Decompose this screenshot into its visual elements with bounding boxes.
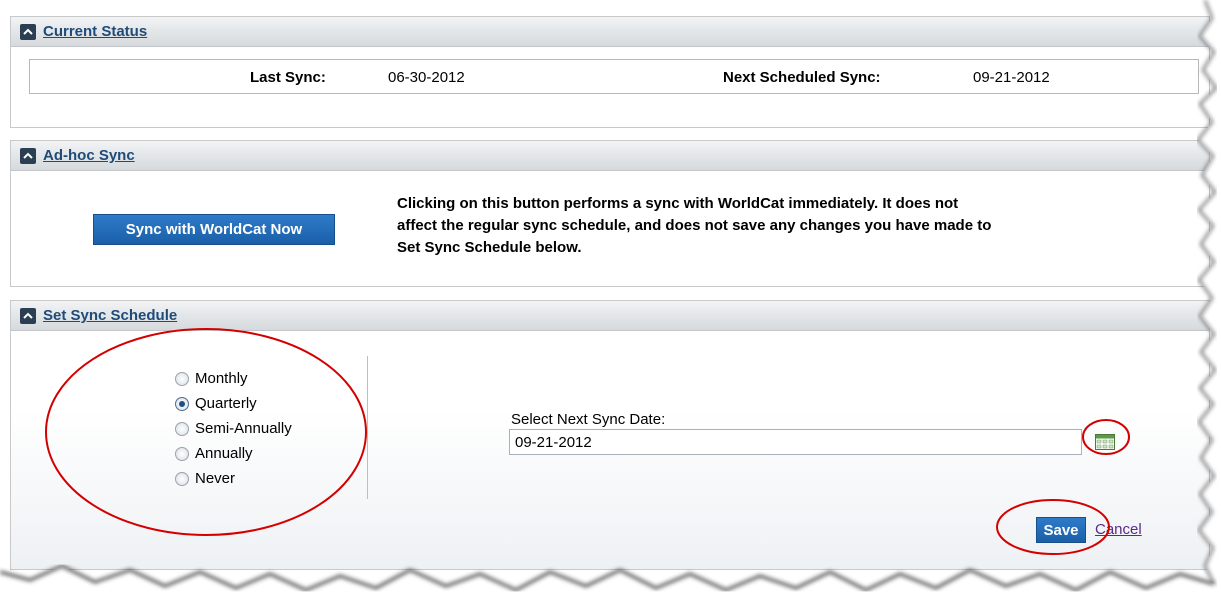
- radio-label: Quarterly: [195, 395, 257, 412]
- next-sync-date-label: Select Next Sync Date:: [511, 411, 666, 428]
- save-button[interactable]: Save: [1036, 517, 1086, 543]
- radio-button[interactable]: [175, 421, 189, 436]
- adhoc-description: Clicking on this button performs a sync …: [397, 195, 992, 256]
- set-sync-schedule-panel: Set Sync Schedule Monthly Quarterly Semi…: [10, 300, 1210, 570]
- radio-button-selected[interactable]: [175, 396, 189, 411]
- radio-label: Monthly: [195, 370, 248, 387]
- frequency-radio-group: Monthly Quarterly Semi-Annually Annually…: [175, 366, 292, 491]
- current-status-title[interactable]: Current Status: [43, 23, 147, 40]
- next-sync-date-input[interactable]: [509, 429, 1082, 455]
- adhoc-sync-panel: Ad-hoc Sync Sync with WorldCat Now Click…: [10, 140, 1210, 287]
- last-sync-value: 06-30-2012: [388, 69, 465, 86]
- radio-button[interactable]: [175, 446, 189, 461]
- vertical-divider: [367, 356, 368, 499]
- radio-option-monthly[interactable]: Monthly: [175, 366, 292, 391]
- radio-button[interactable]: [175, 471, 189, 486]
- chevron-up-icon[interactable]: [20, 307, 36, 324]
- radio-option-quarterly[interactable]: Quarterly: [175, 391, 292, 416]
- cancel-link[interactable]: Cancel: [1095, 521, 1142, 538]
- adhoc-sync-header[interactable]: Ad-hoc Sync: [11, 141, 1209, 171]
- next-sync-value: 09-21-2012: [973, 69, 1050, 86]
- next-sync-label: Next Scheduled Sync:: [723, 69, 881, 86]
- set-schedule-header[interactable]: Set Sync Schedule: [11, 301, 1209, 331]
- radio-option-semi-annually[interactable]: Semi-Annually: [175, 416, 292, 441]
- radio-label: Semi-Annually: [195, 420, 292, 437]
- radio-label: Annually: [195, 445, 253, 462]
- sync-now-button[interactable]: Sync with WorldCat Now: [93, 214, 335, 245]
- last-sync-label: Last Sync:: [250, 69, 326, 86]
- sync-settings-page: Current Status Last Sync: 06-30-2012 Nex…: [0, 0, 1221, 597]
- chevron-up-icon[interactable]: [20, 23, 36, 40]
- radio-label: Never: [195, 470, 236, 487]
- radio-option-annually[interactable]: Annually: [175, 441, 292, 466]
- radio-button[interactable]: [175, 371, 189, 386]
- status-box: Last Sync: 06-30-2012 Next Scheduled Syn…: [29, 59, 1199, 94]
- current-status-header[interactable]: Current Status: [11, 17, 1209, 47]
- radio-option-never[interactable]: Never: [175, 466, 292, 491]
- chevron-up-icon[interactable]: [20, 147, 36, 164]
- calendar-icon[interactable]: [1094, 432, 1116, 452]
- adhoc-sync-title[interactable]: Ad-hoc Sync: [43, 147, 135, 164]
- current-status-panel: Current Status Last Sync: 06-30-2012 Nex…: [10, 16, 1210, 128]
- set-schedule-title[interactable]: Set Sync Schedule: [43, 307, 177, 324]
